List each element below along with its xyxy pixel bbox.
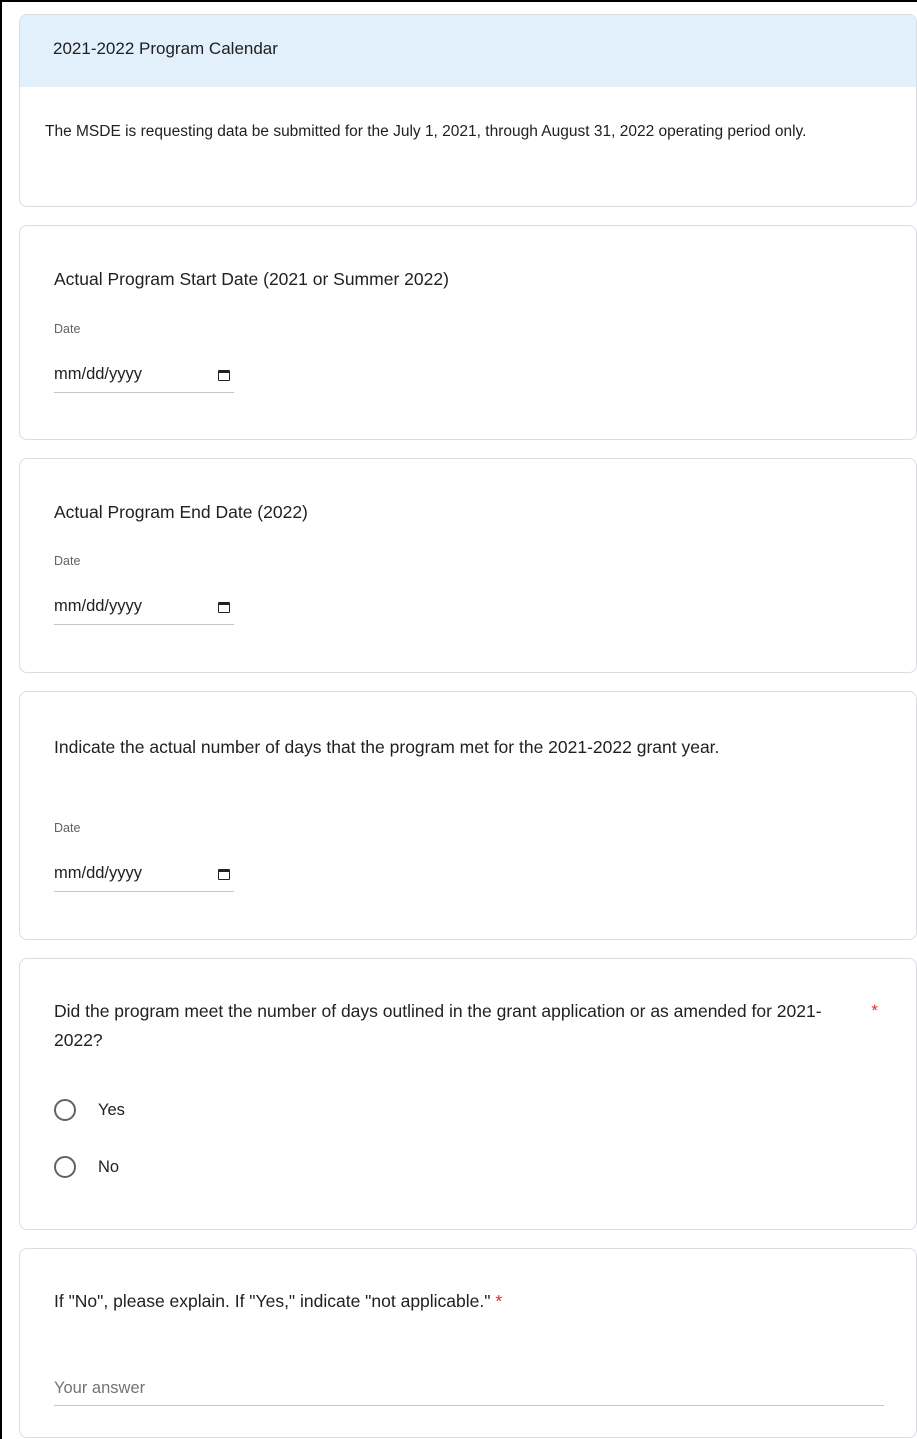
calendar-icon[interactable] <box>217 600 231 614</box>
answer-placeholder: Your answer <box>54 1379 146 1397</box>
calendar-icon[interactable] <box>217 368 231 382</box>
date-type-label: Date <box>54 821 81 835</box>
question-title-text: If "No", please explain. If "Yes," indic… <box>54 1291 491 1311</box>
required-asterisk: * <box>871 1001 878 1020</box>
question-met-days-radio: Did the program meet the number of days … <box>19 958 917 1230</box>
section-description: The MSDE is requesting data be submitted… <box>45 123 807 140</box>
date-placeholder: mm/dd/yyyy <box>54 365 143 383</box>
radio-button[interactable] <box>54 1099 76 1121</box>
question-title: Did the program meet the number of days … <box>54 1001 822 1050</box>
radio-option-yes[interactable]: Yes <box>54 1095 125 1125</box>
question-start-date: Actual Program Start Date (2021 or Summe… <box>19 225 917 440</box>
start-date-input[interactable]: mm/dd/yyyy <box>54 357 234 393</box>
days-met-date-input[interactable]: mm/dd/yyyy <box>54 856 234 892</box>
radio-button[interactable] <box>54 1156 76 1178</box>
explanation-text-input[interactable]: Your answer <box>54 1370 884 1406</box>
question-title: If "No", please explain. If "Yes," indic… <box>54 1287 876 1316</box>
date-type-label: Date <box>54 322 81 336</box>
date-type-label: Date <box>54 554 81 568</box>
date-placeholder: mm/dd/yyyy <box>54 597 143 615</box>
question-end-date: Actual Program End Date (2022) Date mm/d… <box>19 458 917 673</box>
date-placeholder: mm/dd/yyyy <box>54 864 143 882</box>
required-asterisk: * <box>495 1291 503 1311</box>
section-title: 2021-2022 Program Calendar <box>20 15 916 87</box>
section-card: 2021-2022 Program Calendar The MSDE is r… <box>19 14 917 207</box>
form-page: 2021-2022 Program Calendar The MSDE is r… <box>0 0 917 1439</box>
question-title: Indicate the actual number of days that … <box>54 737 720 757</box>
radio-label: Yes <box>98 1100 125 1119</box>
radio-label: No <box>98 1157 120 1176</box>
radio-option-no[interactable]: No <box>54 1152 119 1182</box>
question-days-met: Indicate the actual number of days that … <box>19 691 917 940</box>
end-date-input[interactable]: mm/dd/yyyy <box>54 589 234 625</box>
question-title: Actual Program End Date (2022) <box>54 502 308 522</box>
question-title: Actual Program Start Date (2021 or Summe… <box>54 269 449 289</box>
question-explanation: If "No", please explain. If "Yes," indic… <box>19 1248 917 1438</box>
calendar-icon[interactable] <box>217 867 231 881</box>
